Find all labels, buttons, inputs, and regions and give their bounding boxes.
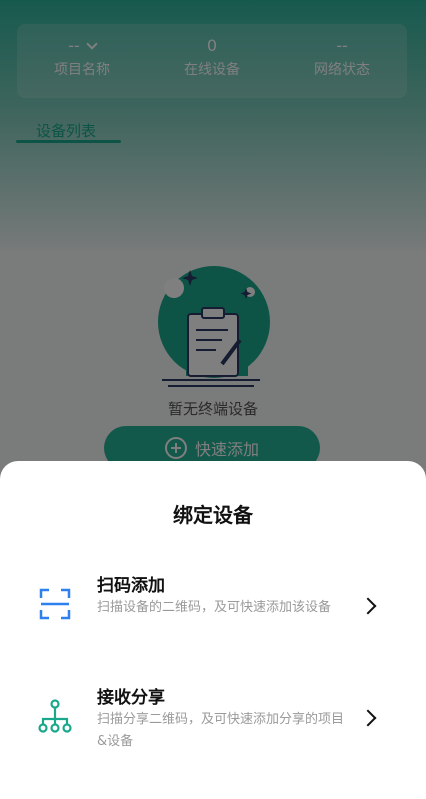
chevron-right-icon <box>359 709 377 727</box>
receive-share-title: 接收分享 <box>97 688 165 708</box>
scan-add-desc: 扫描设备的二维码，及可快速添加该设备 <box>97 600 332 615</box>
receive-share-desc: 扫描分享二维码，及可快速添加分享的项目&设备 <box>97 712 345 749</box>
scan-icon <box>39 588 71 620</box>
scan-add-option[interactable]: 扫码添加 扫描设备的二维码，及可快速添加该设备 <box>0 561 426 651</box>
scan-add-title: 扫码添加 <box>97 576 165 596</box>
sheet-title: 绑定设备 <box>173 503 253 527</box>
share-tree-icon <box>38 699 72 733</box>
chevron-right-icon <box>359 597 377 615</box>
bind-device-sheet: 绑定设备 扫码添加 扫描设备的二维码，及可快速添加该设备 接收分享 扫描分享二维… <box>0 461 426 799</box>
receive-share-option[interactable]: 接收分享 扫描分享二维码，及可快速添加分享的项目&设备 <box>0 673 426 763</box>
